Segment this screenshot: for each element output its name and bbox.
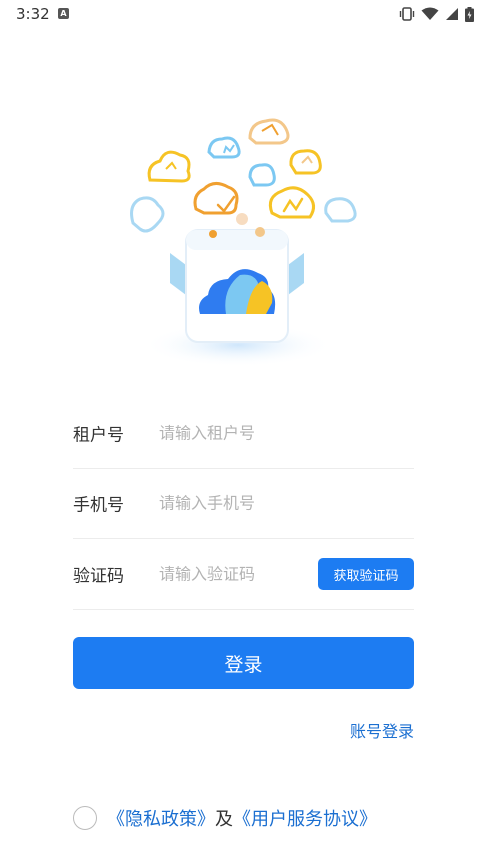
account-login-link[interactable]: 账号登录 bbox=[350, 718, 414, 742]
phone-row: 手机号 bbox=[73, 468, 414, 539]
get-code-button[interactable]: 获取验证码 bbox=[318, 558, 414, 590]
agreement-and-text: 及 bbox=[215, 809, 233, 830]
phone-label: 手机号 bbox=[73, 495, 124, 516]
signal-icon bbox=[446, 8, 458, 20]
tenant-input[interactable] bbox=[159, 423, 319, 443]
login-button[interactable]: 登录 bbox=[73, 637, 414, 689]
status-bar: 3:32 A bbox=[0, 0, 486, 28]
code-input[interactable] bbox=[159, 564, 319, 584]
service-agreement-link[interactable]: 《用户服务协议》 bbox=[233, 805, 377, 831]
tenant-label: 租户号 bbox=[73, 425, 124, 446]
status-icons bbox=[399, 6, 474, 22]
code-row: 验证码 获取验证码 bbox=[73, 539, 414, 610]
code-label: 验证码 bbox=[73, 566, 124, 587]
tenant-row: 租户号 bbox=[73, 398, 414, 469]
status-time: 3:32 bbox=[16, 5, 50, 23]
vibrate-icon bbox=[399, 7, 415, 21]
privacy-policy-link[interactable]: 《隐私政策》 bbox=[107, 805, 215, 831]
a-badge-icon: A bbox=[58, 8, 69, 19]
agreement-checkbox[interactable] bbox=[73, 806, 97, 830]
agreement: 《隐私政策》 及 《用户服务协议》 bbox=[73, 803, 377, 833]
wifi-icon bbox=[421, 7, 439, 20]
battery-icon bbox=[465, 6, 474, 22]
cloud-app-illustration bbox=[0, 105, 486, 375]
phone-input[interactable] bbox=[159, 493, 319, 513]
